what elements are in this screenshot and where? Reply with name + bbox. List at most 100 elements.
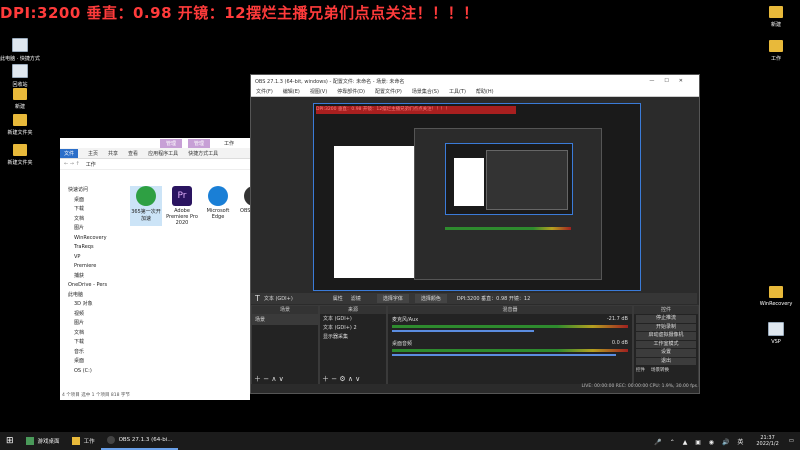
select-font-button[interactable]: 选择字体 [376, 294, 409, 303]
clock[interactable]: 21:37 2022/1/2 [756, 435, 778, 447]
nav-item[interactable]: 捕获 [60, 272, 118, 282]
back-arrow-icon[interactable]: ← → ↑ [64, 161, 80, 167]
menu-edit[interactable]: 编辑(E) [283, 88, 300, 95]
ribbon-tab-app-tools[interactable]: 应用程序工具 [148, 150, 178, 157]
volume-slider[interactable] [392, 330, 534, 332]
scene-add-remove-icon[interactable]: ＋ − ∧ ∨ [254, 374, 284, 384]
channel-db: 0.0 dB [611, 340, 628, 346]
menu-view[interactable]: 视图(V) [310, 88, 327, 95]
scenes-header: 场景 [252, 306, 318, 314]
select-color-button[interactable]: 选择颜色 [414, 294, 447, 303]
nav-item[interactable]: 图片 [60, 319, 118, 329]
desktop-icon-new[interactable]: 新建 [0, 88, 40, 110]
file-item[interactable]: Microsoft Edge [202, 186, 234, 226]
nav-item[interactable]: 文档 [60, 215, 118, 225]
nav-item[interactable]: 文档 [60, 329, 118, 339]
nav-item[interactable]: 音乐 [60, 348, 118, 358]
source-item[interactable]: 文本 (GDI+) [320, 314, 386, 323]
window-controls-icon[interactable]: —☐✕ [649, 78, 693, 84]
start-button[interactable]: ⊞ [0, 432, 20, 450]
nav-item[interactable]: VP [60, 253, 118, 263]
start-recording-button[interactable]: 开始录制 [636, 323, 696, 331]
file-item[interactable]: 365第一次开 加速 [130, 186, 162, 226]
navigation-pane: 快速访问 桌面 下载 文档 图片 WinRecovery TraReqs VP … [60, 186, 118, 386]
nav-item[interactable]: 下载 [60, 205, 118, 215]
nav-item[interactable]: WinRecovery [60, 234, 118, 244]
desktop-icon-winrecovery[interactable]: WinRecovery [756, 286, 796, 307]
nav-item[interactable]: OneDrive - Pers [60, 281, 118, 291]
taskbar-item-explorer[interactable]: 工作 [66, 432, 101, 450]
source-item[interactable]: 文本 (GDI+) 2 [320, 323, 386, 332]
tray-icons[interactable]: 🎤 ⌃ ▲ ▣ ◉ 🔊 英 [654, 437, 746, 446]
source-item[interactable]: 显示器采集 [320, 332, 386, 341]
nav-item[interactable]: 此电脑 [60, 291, 118, 301]
sources-panel: 来源 文本 (GDI+) 文本 (GDI+) 2 显示器采集 ＋ − ⚙ ∧ ∨ [319, 305, 387, 387]
ribbon-tab-shortcut-tools[interactable]: 快捷方式工具 [188, 150, 218, 157]
obs-titlebar[interactable]: OBS 27.1.3 (64-bit, windows) - 配置文件: 未命名… [251, 75, 699, 87]
obs-window[interactable]: OBS 27.1.3 (64-bit, windows) - 配置文件: 未命名… [250, 74, 700, 394]
tab-controls[interactable]: 控件 [636, 367, 645, 373]
taskbar-item-obs[interactable]: OBS 27.1.3 (64-bi... [100, 432, 179, 450]
menu-scene-collection[interactable]: 场景集合(S) [412, 88, 439, 95]
menu-tools[interactable]: 工具(T) [449, 88, 466, 95]
source-add-remove-icon[interactable]: ＋ − ⚙ ∧ ∨ [322, 374, 360, 384]
desktop-icon-label: 新建文件夹 [7, 160, 33, 166]
desktop-icon-vsp[interactable]: VSP [756, 322, 796, 345]
volume-slider[interactable] [392, 354, 617, 356]
nav-item[interactable]: 桌面 [60, 196, 118, 206]
nested-explorer-thumb [454, 158, 484, 206]
ribbon-tab-share[interactable]: 共享 [108, 150, 118, 157]
scene-item[interactable]: 场景 [252, 314, 318, 325]
file-explorer-window[interactable]: 管理 管理 工作 文件 主页 共享 查看 应用程序工具 快捷方式工具 ← → ↑… [60, 138, 268, 400]
channel-name: 麦克风/Aux [392, 317, 419, 323]
desktop-icon-folder-2[interactable]: 新建文件夹 [0, 144, 40, 166]
taskbar-item-desktop[interactable]: 游戏桌面 [20, 432, 66, 450]
nav-item[interactable]: 3D 对象 [60, 300, 118, 310]
mixer-channel-mic: 麦克风/Aux -21.7 dB [388, 314, 632, 334]
nav-item[interactable]: 桌面 [60, 357, 118, 367]
menu-file[interactable]: 文件(F) [256, 88, 273, 95]
tab-scene-transitions[interactable]: 场景转换 [651, 367, 669, 373]
nav-item[interactable]: Premiere [60, 262, 118, 272]
text-source-icon: T [255, 294, 260, 303]
properties-button[interactable]: 属性 [333, 295, 343, 302]
nav-item[interactable]: 视频 [60, 310, 118, 320]
nav-item[interactable]: OS (C:) [60, 367, 118, 377]
nested-meter [445, 225, 571, 230]
address-bar[interactable]: ← → ↑ 工作 [60, 159, 250, 170]
obs-preview[interactable]: DPI:3200 垂直：0.98 开镜：12摆烂主播兄弟们点点关注！！！！ [313, 103, 641, 291]
system-tray[interactable]: 🎤 ⌃ ▲ ▣ ◉ 🔊 英 [654, 437, 746, 446]
ribbon-tab-view[interactable]: 查看 [128, 150, 138, 157]
ribbon-tab-manage-app[interactable]: 管理 [160, 138, 183, 148]
desktop-icon-label: WinRecovery [759, 301, 793, 307]
ribbon-tab-file[interactable]: 文件 [60, 148, 79, 158]
settings-button[interactable]: 设置 [636, 349, 696, 357]
stop-streaming-button[interactable]: 停止推流 [636, 315, 696, 323]
text-input[interactable]: DPI:3200 垂直：0.98 开镜：12 [457, 295, 530, 302]
nav-quick-access[interactable]: 快速访问 [60, 186, 118, 196]
nav-item[interactable]: 图片 [60, 224, 118, 234]
menu-docks[interactable]: 停靠部件(D) [337, 88, 365, 95]
file-item[interactable]: Pr Adobe Premiere Pro 2020 [166, 186, 198, 226]
desktop-icon-recycle-bin[interactable]: 回收站 [0, 64, 40, 88]
nav-item[interactable]: TraReqs [60, 243, 118, 253]
notification-icon[interactable]: ▭ [789, 438, 794, 444]
explorer-titlebar[interactable]: 管理 管理 工作 [60, 138, 250, 148]
desktop-icon-work[interactable]: 工作 [756, 40, 796, 62]
filters-button[interactable]: 滤镜 [351, 295, 361, 302]
menu-help[interactable]: 帮助(H) [476, 88, 494, 95]
studio-mode-button[interactable]: 工作室模式 [636, 340, 696, 348]
virtual-camera-button[interactable]: 启动虚拟摄像机 [636, 332, 696, 340]
windows-icon: ⊞ [6, 436, 14, 446]
app-icon [25, 437, 34, 445]
desktop-icon-folder[interactable]: 新建文件夹 [0, 114, 40, 136]
ribbon-tab-manage-shortcut[interactable]: 管理 [188, 138, 211, 148]
ribbon-tab-home[interactable]: 主页 [88, 150, 98, 157]
folder-icon [769, 40, 783, 52]
menu-profile[interactable]: 配置文件(P) [375, 88, 402, 95]
mixer-header: 混音器 [388, 306, 632, 314]
exit-button[interactable]: 退出 [636, 357, 696, 365]
nav-item[interactable]: 下载 [60, 338, 118, 348]
desktop-icon-new-right[interactable]: 新建 [756, 6, 796, 28]
desktop-icon-this-pc[interactable]: 此电脑 · 快捷方式 [0, 38, 40, 62]
